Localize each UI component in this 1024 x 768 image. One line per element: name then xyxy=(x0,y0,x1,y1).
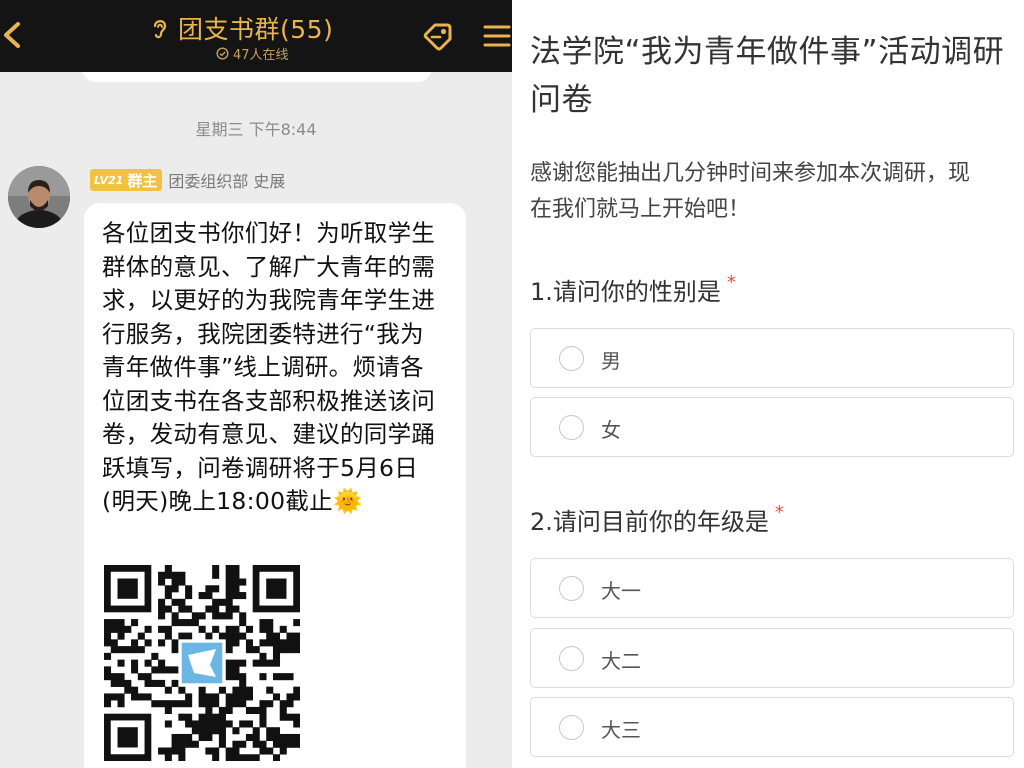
survey-page: 法学院“我为青年做件事”活动调研问卷 感谢您能抽出几分钟时间来参加本次调研，现在… xyxy=(512,0,1024,768)
survey-title: 法学院“我为青年做件事”活动调研问卷 xyxy=(530,34,1005,118)
message-body: 各位团支书你们好！为听取学生群体的意见、了解广大青年的需求，以更好的为我院青年学… xyxy=(102,219,436,515)
sender-info: LV21 群主 团委组织部 史展 xyxy=(90,168,285,192)
question-grade: 2.请问目前你的年级是 * xyxy=(530,502,784,537)
group-tag-button[interactable] xyxy=(420,20,456,54)
option-label: 女 xyxy=(601,418,621,442)
required-asterisk: * xyxy=(726,272,736,293)
option-female[interactable]: 女 xyxy=(530,397,1014,457)
menu-button[interactable] xyxy=(482,22,512,50)
message-text: 各位团支书你们好！为听取学生群体的意见、了解广大青年的需求，以更好的为我院青年学… xyxy=(102,217,442,519)
member-level-badge: LV21 群主 xyxy=(90,169,163,191)
chat-title-area[interactable]: 团支书群(55) 47人在线 xyxy=(150,8,350,64)
option-sophomore[interactable]: 大二 xyxy=(530,628,1014,688)
back-button[interactable] xyxy=(0,14,26,56)
ear-icon xyxy=(153,20,167,39)
option-label: 男 xyxy=(601,349,621,373)
survey-description: 感谢您能抽出几分钟时间来参加本次调研，现在我们就马上开始吧！ xyxy=(530,161,971,222)
tag-icon xyxy=(423,23,452,51)
radio-button[interactable] xyxy=(559,715,584,740)
level-label: LV21 xyxy=(94,173,124,187)
radio-button[interactable] xyxy=(559,576,584,601)
option-label: 大三 xyxy=(601,718,641,742)
radio-button[interactable] xyxy=(559,346,584,371)
option-junior[interactable]: 大三 xyxy=(530,697,1014,757)
online-status: 47人在线 xyxy=(216,44,289,63)
sender-name[interactable]: 团委组织部 史展 xyxy=(168,168,285,192)
sun-emoji-icon: 🌞 xyxy=(332,487,363,515)
chat-header: 团支书群(55) 47人在线 xyxy=(0,0,512,72)
hamburger-menu-icon xyxy=(483,25,511,47)
avatar-photo xyxy=(8,166,70,228)
message-timestamp: 星期三 下午8:44 xyxy=(195,120,317,139)
chevron-left-icon xyxy=(4,22,20,48)
radio-button[interactable] xyxy=(559,415,584,440)
qr-code-image[interactable] xyxy=(104,565,300,761)
required-asterisk: * xyxy=(774,502,784,523)
chat-screen: 团支书群(55) 47人在线 星期三 下午8:44 LV21 群主 团委组织部 … xyxy=(0,0,512,768)
message-bubble[interactable]: 各位团支书你们好！为听取学生群体的意见、了解广大青年的需求，以更好的为我院青年学… xyxy=(84,203,466,768)
online-count: 47人在线 xyxy=(233,47,289,63)
option-freshman[interactable]: 大一 xyxy=(530,558,1014,618)
check-circle-icon xyxy=(216,46,229,60)
avatar[interactable] xyxy=(8,166,70,228)
radio-button[interactable] xyxy=(559,646,584,671)
group-title: 团支书群(55) xyxy=(178,15,334,44)
question-label: 1.请问你的性别是 xyxy=(530,278,721,306)
question-gender: 1.请问你的性别是 * xyxy=(530,272,736,307)
option-male[interactable]: 男 xyxy=(530,328,1014,388)
role-label: 群主 xyxy=(127,171,158,190)
option-label: 大一 xyxy=(601,579,641,603)
question-label: 2.请问目前你的年级是 xyxy=(530,508,769,536)
option-label: 大二 xyxy=(601,649,641,673)
